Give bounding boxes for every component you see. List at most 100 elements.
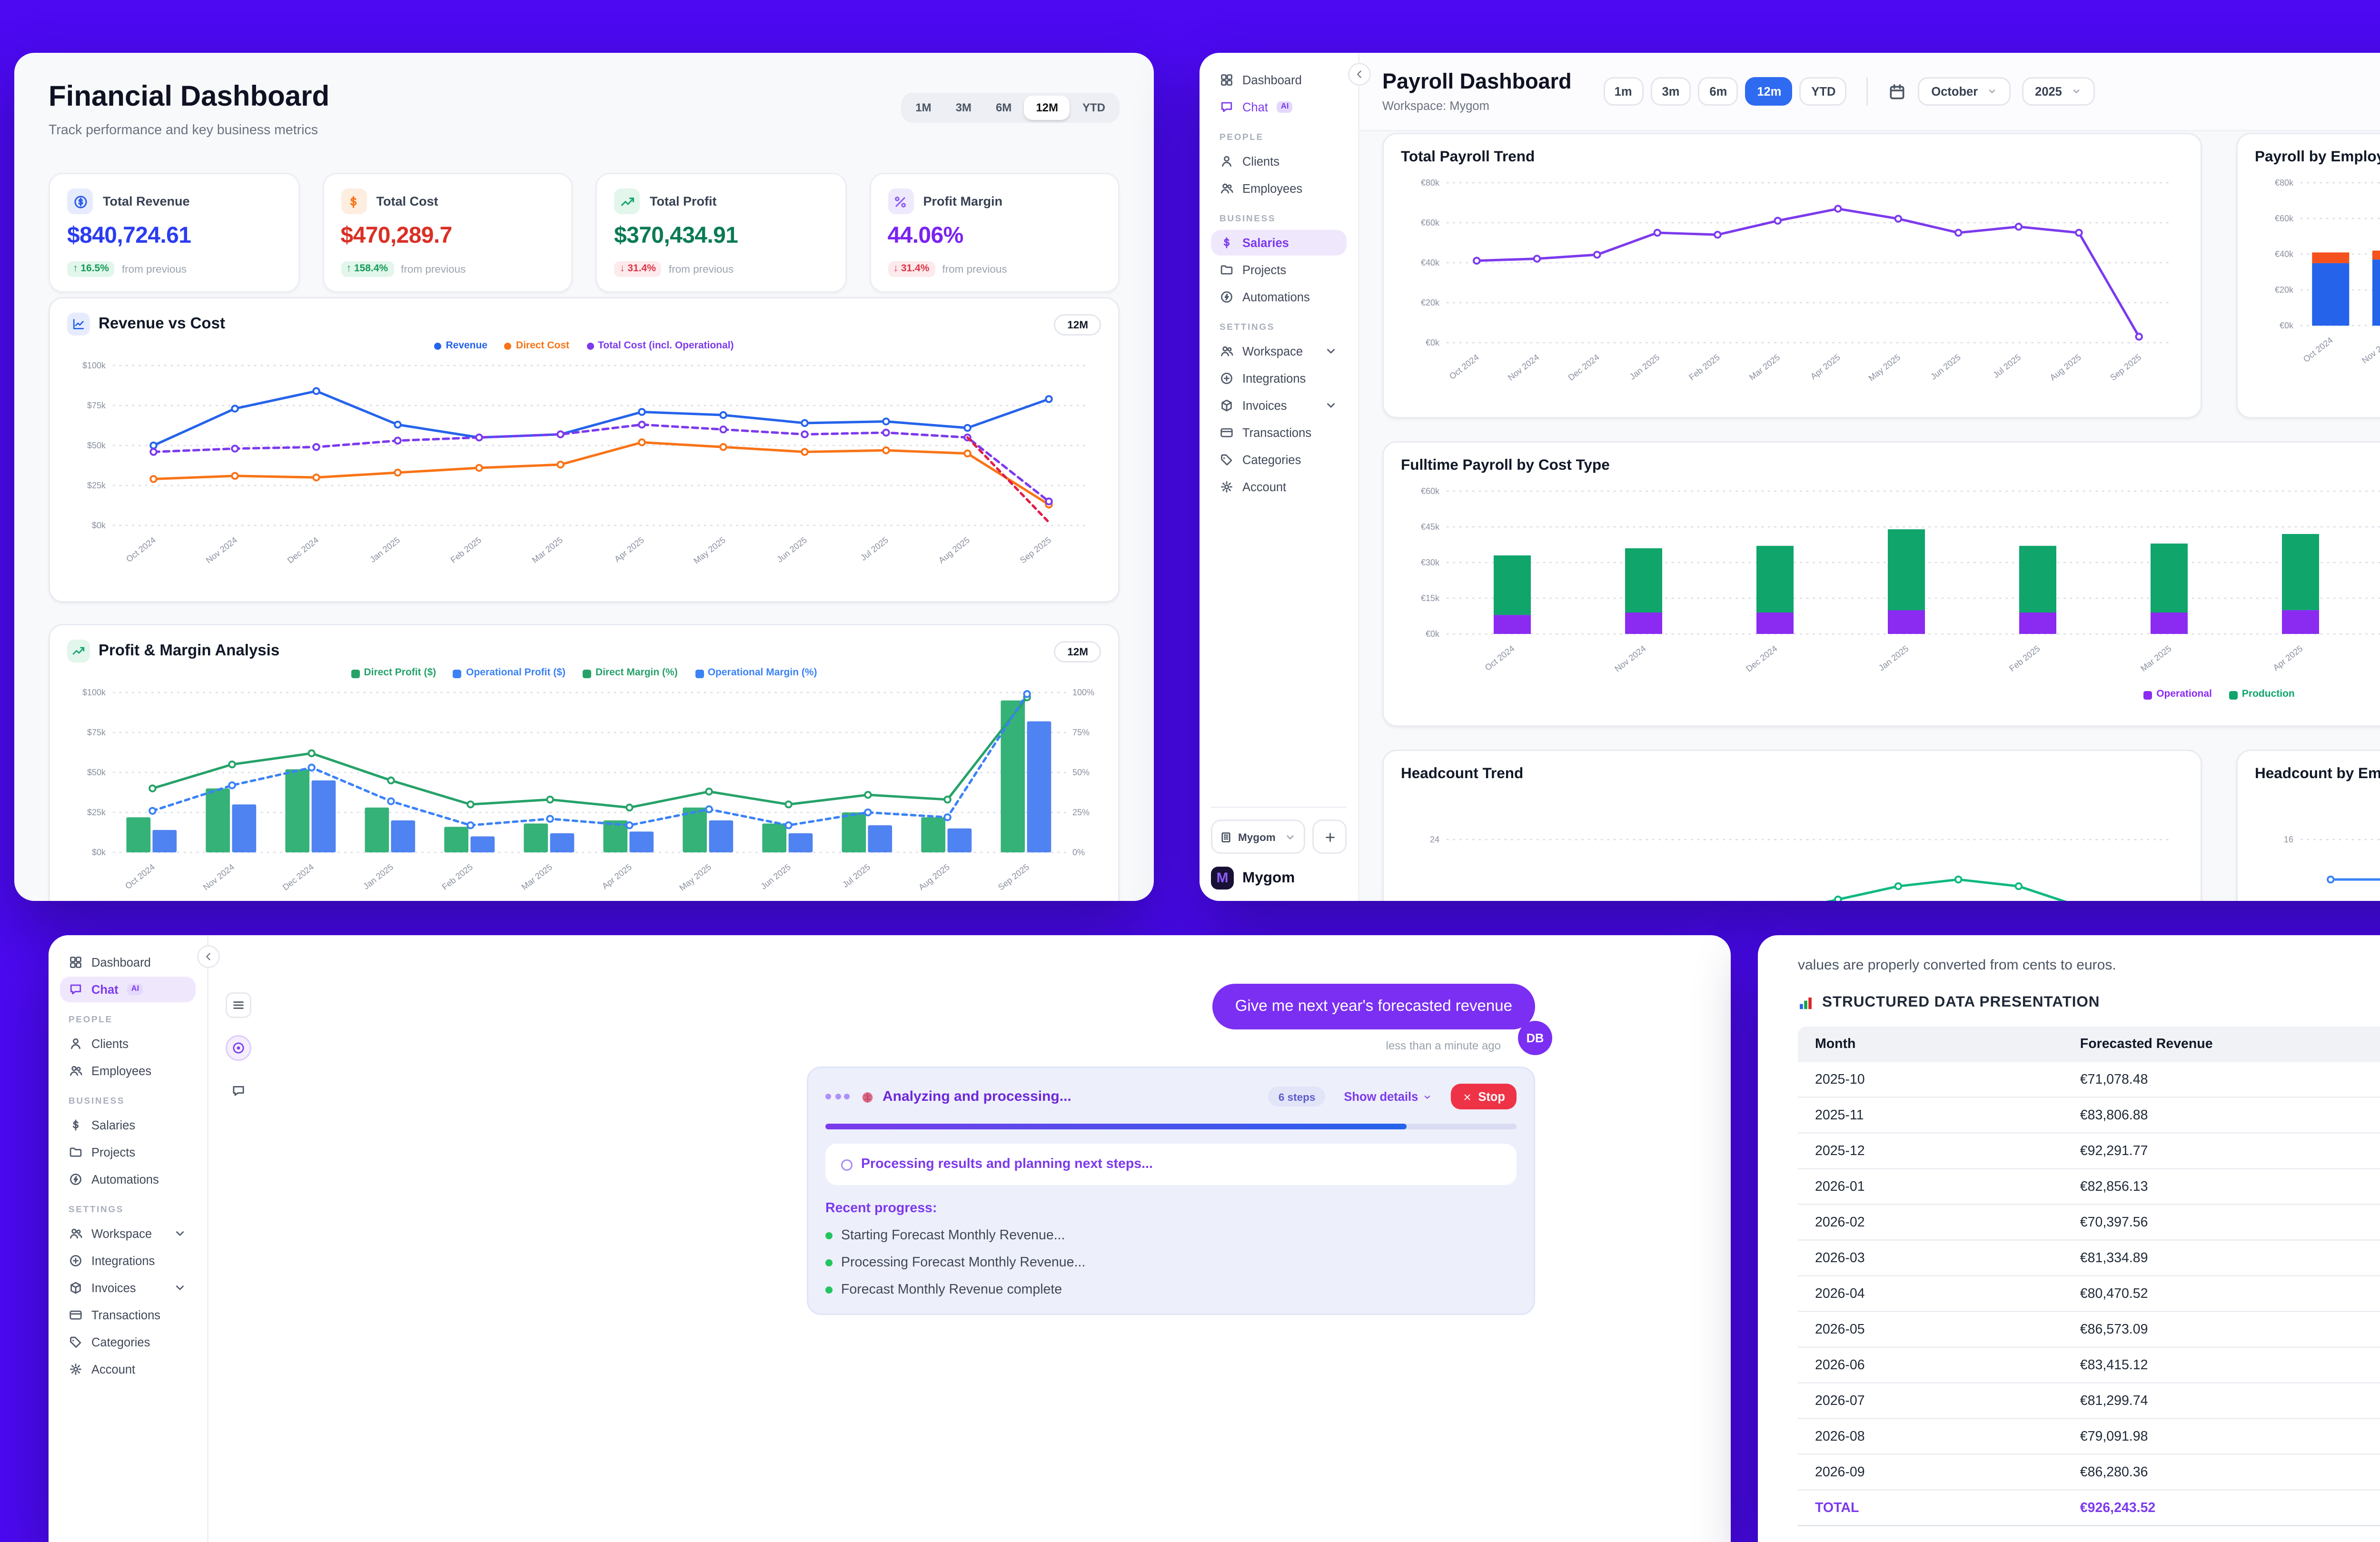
range-3M-button[interactable]: 3M <box>944 96 983 120</box>
svg-text:Nov 2024: Nov 2024 <box>204 535 239 565</box>
page-subtitle: Track performance and key business metri… <box>49 123 1120 138</box>
svg-text:Oct 2024: Oct 2024 <box>123 862 157 891</box>
sidebar-item-chat[interactable]: Chat AI <box>1211 94 1347 120</box>
stop-button[interactable]: Stop <box>1451 1084 1517 1109</box>
range-1M-button[interactable]: 1M <box>904 96 942 120</box>
svg-text:Apr 2025: Apr 2025 <box>2271 643 2305 672</box>
card-title: Fulltime Payroll by Cost Type <box>1401 457 2380 474</box>
month-select[interactable]: October <box>1918 77 2011 106</box>
plug-icon <box>69 1254 83 1268</box>
table-row: 2026-03€81,334.89 <box>1798 1240 2380 1276</box>
folder-icon <box>1220 263 1234 277</box>
svg-text:$0k: $0k <box>92 848 106 857</box>
chevron-left-icon <box>203 951 214 962</box>
range-YTD-button[interactable]: YTD <box>1071 96 1117 120</box>
sidebar-item-clients[interactable]: Clients <box>1211 148 1347 174</box>
svg-text:Feb 2025: Feb 2025 <box>449 535 483 565</box>
legend-item: Operational <box>2143 690 2212 700</box>
trend-icon <box>614 188 640 214</box>
range-12M-button[interactable]: 12M <box>1024 96 1070 120</box>
sidebar-collapse-button[interactable] <box>1348 63 1371 86</box>
headcount-by-employee-type-chart: 1216Oct 2024Nov 2024Dec 2024Jan 2025Feb … <box>2255 788 2380 901</box>
workspace-selector[interactable]: Mygom <box>1211 820 1305 854</box>
users-icon <box>69 1064 83 1078</box>
structured-data-section-header: STRUCTURED DATA PRESENTATION <box>1798 994 2380 1011</box>
progress-item: Forecast Monthly Revenue complete <box>825 1282 1517 1298</box>
range-6M-button[interactable]: 6M <box>984 96 1023 120</box>
table-row: 2026-04€80,470.52 <box>1798 1276 2380 1312</box>
sidebar-item-salaries[interactable]: Salaries <box>1211 230 1347 256</box>
sidebar-item-chat[interactable]: Chat AI <box>60 977 196 1002</box>
grid-icon <box>69 955 83 969</box>
svg-text:€15k: €15k <box>1421 593 1440 603</box>
legend-item: Total Cost (incl. Operational) <box>586 341 734 351</box>
svg-text:$0k: $0k <box>92 521 106 530</box>
stat-label: Total Profit <box>650 194 716 208</box>
total-payroll-trend-card: Total Payroll Trend €0k€20k€40k€60k€80kO… <box>1382 133 2202 418</box>
svg-text:Dec 2024: Dec 2024 <box>1567 352 1601 382</box>
sidebar-item-integrations[interactable]: Integrations <box>60 1248 196 1274</box>
step-ring-icon <box>841 1159 853 1170</box>
card-title: Payroll by Employee Type <box>2255 148 2380 166</box>
bolt-icon <box>1220 290 1234 304</box>
sidebar-item-invoices[interactable]: Invoices <box>60 1275 196 1301</box>
legend-item: Operational Profit ($) <box>453 668 565 678</box>
stat-card-total-revenue: Total Revenue $840,724.61 ↑ 16.5% from p… <box>49 173 299 293</box>
brand: M Mygom <box>1211 867 1347 890</box>
chat-icon <box>1220 100 1234 114</box>
sidebar-item-categories[interactable]: Categories <box>60 1329 196 1355</box>
sidebar-item-transactions[interactable]: Transactions <box>1211 420 1347 445</box>
add-workspace-button[interactable] <box>1312 820 1347 854</box>
sidebar-item-workspace[interactable]: Workspace <box>1211 338 1347 364</box>
sidebar-item-automations[interactable]: Automations <box>1211 284 1347 310</box>
sidebar-item-projects[interactable]: Projects <box>1211 257 1347 283</box>
sidebar-item-integrations[interactable]: Integrations <box>1211 366 1347 391</box>
range-YTD-button[interactable]: YTD <box>1800 77 1847 106</box>
range-6m-button[interactable]: 6m <box>1698 77 1738 106</box>
sidebar-item-clients[interactable]: Clients <box>60 1031 196 1057</box>
sidebar-item-dashboard[interactable]: Dashboard <box>1211 67 1347 93</box>
range-badge[interactable]: 12M <box>1054 641 1101 662</box>
range-badge[interactable]: 12M <box>1054 314 1101 335</box>
svg-text:€45k: €45k <box>1421 522 1440 532</box>
range-12m-button[interactable]: 12m <box>1745 77 1793 106</box>
workspace-label: Workspace: Mygom <box>1382 99 1572 113</box>
assistant-focus-button[interactable] <box>226 1035 251 1061</box>
range-1m-button[interactable]: 1m <box>1603 77 1644 106</box>
thread-list-button[interactable] <box>226 992 251 1018</box>
sidebar-item-employees[interactable]: Employees <box>1211 176 1347 201</box>
bar-chart-icon <box>1798 995 1814 1010</box>
svg-text:Jan 2025: Jan 2025 <box>1628 352 1662 381</box>
svg-text:$50k: $50k <box>87 441 106 450</box>
show-details-toggle[interactable]: Show details <box>1344 1089 1432 1104</box>
svg-text:Aug 2025: Aug 2025 <box>937 535 972 565</box>
sidebar-item-invoices[interactable]: Invoices <box>1211 393 1347 418</box>
user-message-row: Give me next year's forecasted revenue D… <box>1212 984 1535 1029</box>
sidebar-item-dashboard[interactable]: Dashboard <box>60 949 196 975</box>
svg-text:€40k: €40k <box>2275 249 2294 259</box>
sidebar-item-automations[interactable]: Automations <box>60 1166 196 1192</box>
sidebar-collapse-button[interactable] <box>197 945 220 968</box>
chevron-down-icon <box>1324 344 1338 358</box>
new-comment-button[interactable] <box>226 1078 251 1104</box>
sidebar-item-workspace[interactable]: Workspace <box>60 1221 196 1246</box>
sidebar-item-employees[interactable]: Employees <box>60 1058 196 1084</box>
legend-item: Direct Cost <box>505 341 569 351</box>
avatar[interactable]: DB <box>1518 1021 1552 1055</box>
sidebar-item-salaries[interactable]: Salaries <box>60 1112 196 1138</box>
sidebar-item-account[interactable]: Account <box>60 1356 196 1382</box>
trend-up-icon <box>67 640 90 662</box>
users-icon <box>1220 344 1234 358</box>
sidebar-item-transactions[interactable]: Transactions <box>60 1302 196 1328</box>
legend-item: Direct Profit ($) <box>351 668 436 678</box>
stat-value: $840,724.61 <box>67 224 281 250</box>
svg-text:€0k: €0k <box>2280 321 2294 330</box>
dollar-icon <box>69 1118 83 1132</box>
range-3m-button[interactable]: 3m <box>1651 77 1691 106</box>
chevron-down-icon <box>173 1226 187 1241</box>
sidebar-item-account[interactable]: Account <box>1211 474 1347 500</box>
svg-text:Sep 2025: Sep 2025 <box>996 862 1031 892</box>
sidebar-item-categories[interactable]: Categories <box>1211 447 1347 473</box>
sidebar-item-projects[interactable]: Projects <box>60 1139 196 1165</box>
year-select[interactable]: 2025 <box>2022 77 2095 106</box>
